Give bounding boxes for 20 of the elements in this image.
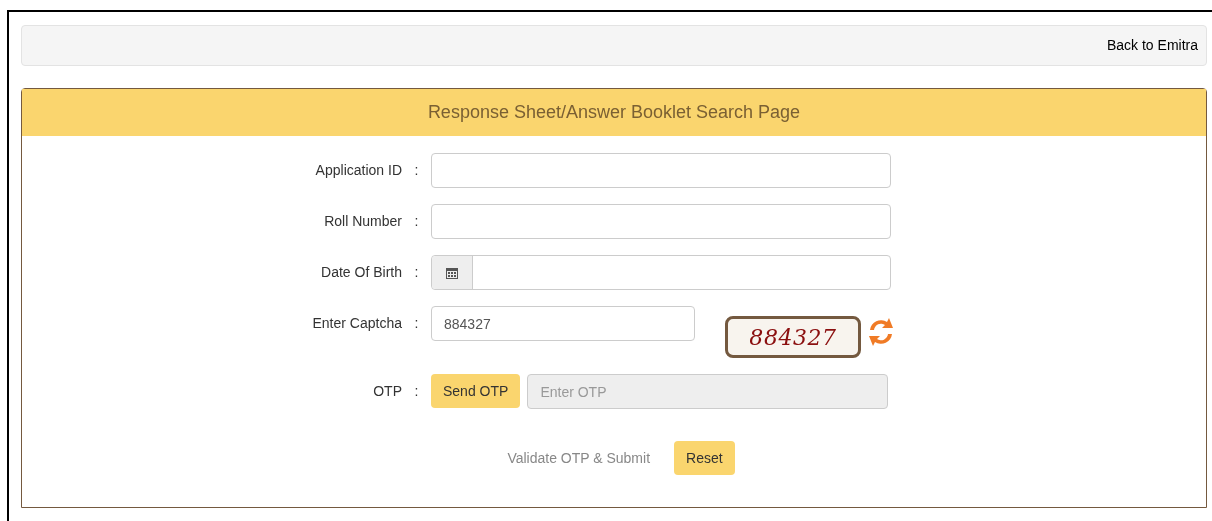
label-colon: :	[414, 161, 419, 180]
text-field[interactable]	[431, 153, 891, 188]
label-colon: :	[414, 212, 419, 231]
form-button[interactable]: Reset	[674, 441, 735, 475]
refresh-icon[interactable]	[867, 316, 895, 348]
back-link[interactable]: Back to Emitra	[1106, 35, 1198, 56]
panel-title: Response Sheet/Answer Booklet Search Page	[427, 101, 801, 124]
field-label: Enter Captcha	[312, 314, 402, 333]
calendar-icon	[446, 266, 458, 279]
captcha-field[interactable]: 884327	[431, 306, 695, 341]
label-colon: :	[414, 263, 419, 282]
label-colon: :	[414, 382, 419, 401]
captcha-image: 884327	[725, 316, 861, 358]
field-label: Application ID	[315, 161, 402, 180]
label-colon: :	[414, 314, 419, 333]
date-field[interactable]	[431, 255, 891, 290]
text-field[interactable]	[431, 204, 891, 239]
field-label: OTP	[373, 382, 402, 401]
field-label: Roll Number	[324, 212, 402, 231]
field-label: Date Of Birth	[321, 263, 402, 282]
